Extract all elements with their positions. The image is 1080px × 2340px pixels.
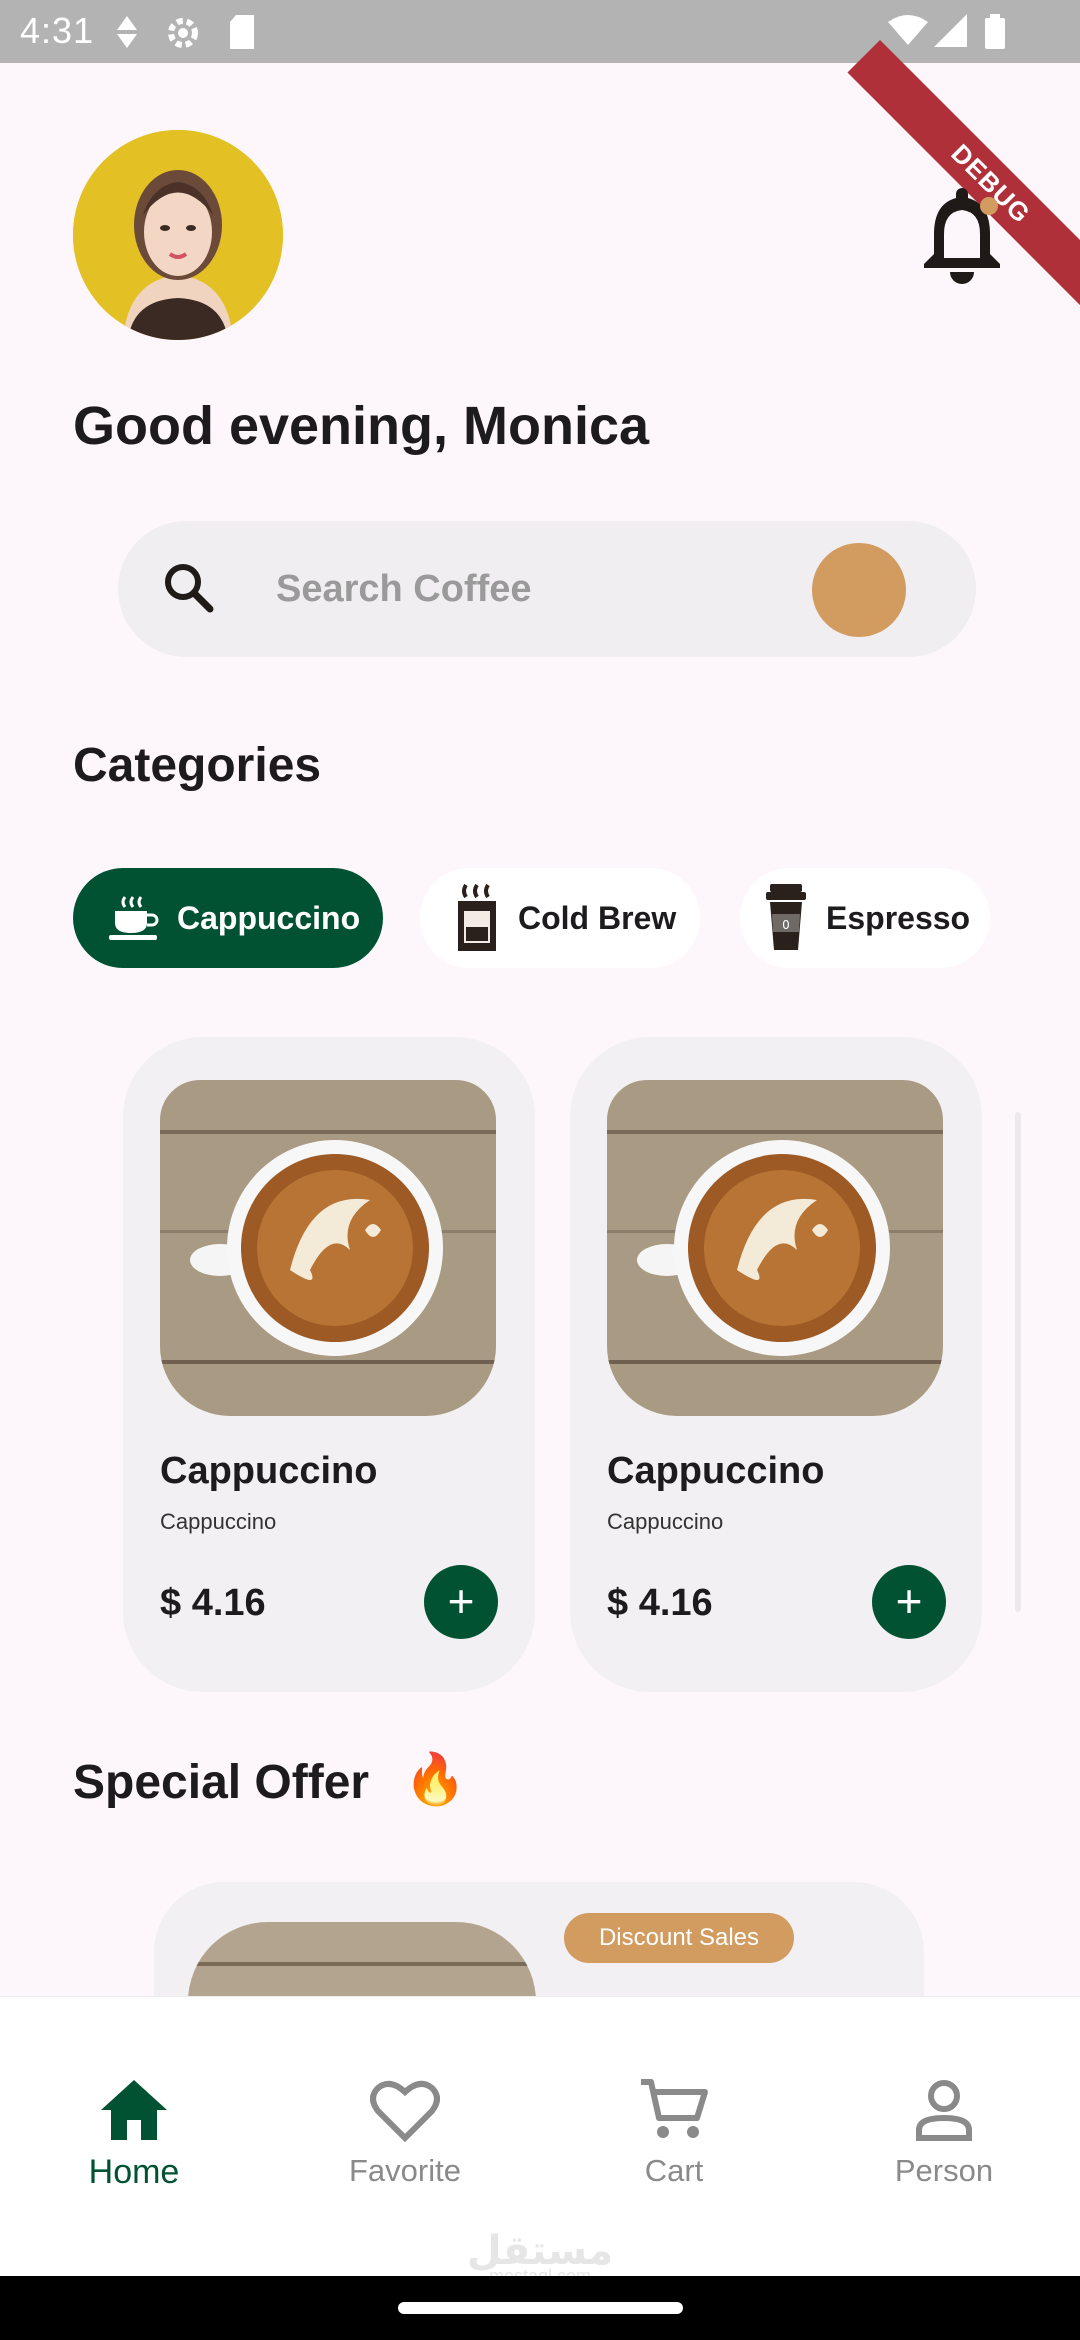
heart-icon	[370, 2080, 440, 2143]
product-name: Cappuccino	[160, 1450, 378, 1492]
home-gesture-handle[interactable]	[398, 2302, 683, 2314]
nav-label: Home	[88, 2153, 180, 2191]
category-label: Cold Brew	[518, 899, 677, 936]
data-saver-icon	[117, 16, 137, 48]
add-to-cart-button[interactable]: +	[424, 1565, 498, 1639]
notification-dot	[980, 197, 998, 215]
signal-icon	[934, 14, 967, 47]
avatar[interactable]	[73, 130, 283, 340]
category-label: Espresso	[826, 899, 971, 936]
product-name: Cappuccino	[607, 1450, 825, 1492]
discount-badge: Discount Sales	[564, 1913, 794, 1963]
cold-brew-icon	[458, 883, 496, 951]
nav-label: Person	[894, 2153, 994, 2188]
nav-person[interactable]: Person	[844, 2078, 1044, 2189]
espresso-cup-icon: 0	[766, 884, 806, 950]
add-to-cart-button[interactable]: +	[872, 1565, 946, 1639]
sd-card-icon	[230, 15, 254, 49]
status-time: 4:31	[20, 10, 95, 51]
product-price: $ 4.16	[607, 1582, 713, 1624]
settings-icon	[168, 18, 198, 48]
nav-label: Cart	[644, 2153, 704, 2188]
battery-icon	[985, 14, 1005, 49]
next-card-edge	[1015, 1112, 1021, 1612]
product-image	[160, 1080, 496, 1416]
nav-cart[interactable]: Cart	[574, 2078, 774, 2189]
search-input[interactable]	[274, 560, 778, 618]
product-price: $ 4.16	[160, 1582, 266, 1624]
category-label: Cappuccino	[177, 899, 361, 936]
nav-home[interactable]: Home	[34, 2078, 234, 2192]
greeting-title: Good evening, Monica	[73, 396, 650, 456]
person-icon	[916, 2080, 972, 2141]
filter-button[interactable]	[812, 543, 906, 637]
fire-icon: 🔥	[404, 1751, 467, 1807]
avatar-photo	[73, 130, 283, 340]
special-offer-title: Special Offer	[73, 1756, 370, 1809]
cappuccino-photo	[607, 1080, 943, 1416]
product-subtitle: Cappuccino	[160, 1509, 277, 1534]
svg-text:0: 0	[782, 918, 790, 932]
category-chip-espresso[interactable]: 0 Espresso	[740, 868, 990, 968]
category-chip-cold-brew[interactable]: Cold Brew	[420, 868, 700, 968]
product-image	[607, 1080, 943, 1416]
category-chip-cappuccino[interactable]: Cappuccino	[73, 868, 383, 968]
cappuccino-photo	[160, 1080, 496, 1416]
product-subtitle: Cappuccino	[607, 1509, 724, 1534]
cart-icon	[641, 2079, 708, 2138]
search-icon[interactable]	[160, 559, 216, 615]
home-icon	[101, 2080, 167, 2140]
nav-label: Favorite	[349, 2153, 461, 2188]
nav-favorite[interactable]: Favorite	[305, 2078, 505, 2189]
categories-title: Categories	[73, 739, 322, 792]
cup-icon	[109, 896, 159, 940]
bell-icon[interactable]	[920, 182, 1004, 284]
wifi-icon	[888, 15, 928, 45]
